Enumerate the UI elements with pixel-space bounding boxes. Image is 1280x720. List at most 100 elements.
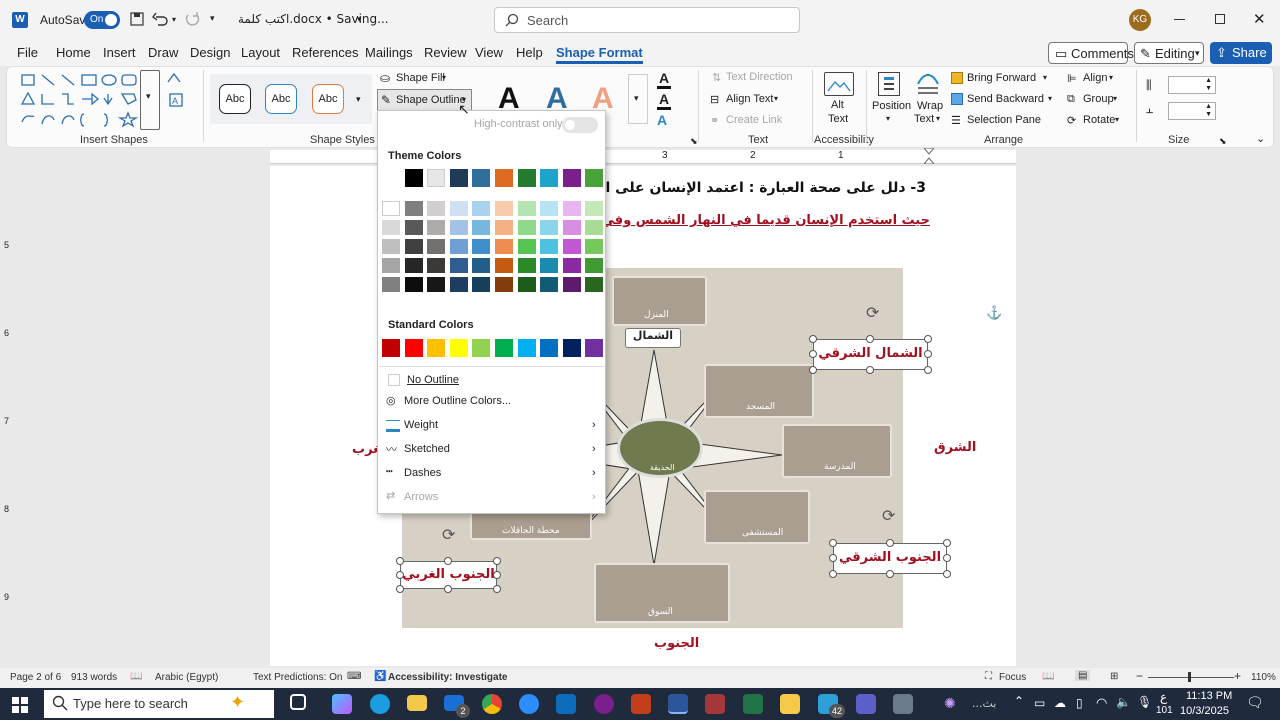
color-swatch[interactable] (382, 220, 400, 235)
color-swatch[interactable] (427, 258, 446, 273)
color-swatch[interactable] (449, 339, 468, 357)
rotate-handle-icon[interactable]: ⟳ (866, 303, 879, 323)
color-swatch[interactable] (585, 220, 604, 235)
color-swatch[interactable] (562, 169, 581, 187)
clock-date[interactable]: 10/3/2025 (1180, 705, 1229, 717)
color-swatch[interactable] (472, 169, 491, 187)
color-swatch[interactable] (540, 277, 559, 292)
color-swatch[interactable] (495, 339, 513, 357)
search-box[interactable]: Search (494, 7, 800, 33)
color-swatch[interactable] (495, 201, 513, 216)
excel-icon[interactable] (743, 694, 763, 714)
resize-handle[interactable] (829, 554, 837, 562)
tab-draw[interactable]: Draw (148, 45, 178, 60)
taskbar-search[interactable]: Type here to search ✦ (44, 690, 274, 718)
resize-handle[interactable] (943, 539, 951, 547)
collapse-ribbon-icon[interactable]: ⌄ (1256, 132, 1265, 145)
dialog-launcher-icon[interactable]: ⬊ (690, 136, 698, 147)
alt-text-line1[interactable]: Alt (831, 99, 844, 111)
tray-icon[interactable]: ▭ (1034, 696, 1045, 710)
avatar[interactable]: KG (1129, 9, 1151, 31)
weather-icon[interactable]: ✺ (944, 695, 956, 712)
color-swatch[interactable] (517, 201, 536, 216)
anchor-icon[interactable]: ⚓ (986, 305, 1002, 321)
color-swatch[interactable] (449, 258, 468, 273)
document-title[interactable]: اكتب كلمة.docx • Saving... (238, 12, 389, 26)
customize-toolbar-icon[interactable]: ▾ (210, 13, 215, 24)
weight-item[interactable]: Weight › (378, 415, 605, 437)
weather-text[interactable]: بث... (972, 697, 996, 710)
tab-mailings[interactable]: Mailings (365, 45, 413, 60)
editing-button[interactable]: ✎ Editing ▾ (1134, 42, 1204, 64)
zoom-level[interactable]: 110% (1251, 672, 1276, 683)
zoom-in-icon[interactable]: + (1234, 669, 1241, 683)
style-sample-1[interactable]: Abc (219, 84, 251, 114)
word-taskbar-icon[interactable] (668, 694, 688, 714)
chrome-icon[interactable] (482, 694, 502, 714)
media-app-icon[interactable] (594, 694, 614, 714)
color-swatch[interactable] (404, 220, 423, 235)
resize-handle[interactable] (924, 366, 932, 374)
color-swatch[interactable] (472, 258, 491, 273)
color-swatch[interactable] (427, 220, 446, 235)
edit-shape-icon[interactable]: A (166, 72, 194, 112)
wordart-more-button[interactable]: ▾ (628, 74, 648, 124)
dashes-item[interactable]: ┅ Dashes › (378, 463, 605, 485)
label-south[interactable]: الجنوب (654, 636, 699, 651)
resize-handle[interactable] (396, 571, 404, 579)
page-indicator[interactable]: Page 2 of 6 (10, 672, 61, 683)
comments-button[interactable]: ▭ Comments (1048, 42, 1134, 64)
zoom-out-icon[interactable]: − (1136, 669, 1143, 683)
color-swatch[interactable] (517, 220, 536, 235)
color-swatch[interactable] (540, 239, 559, 254)
resize-handle[interactable] (866, 335, 874, 343)
powerpoint-icon[interactable] (631, 694, 651, 714)
redo-icon[interactable] (184, 11, 200, 27)
resize-handle[interactable] (924, 335, 932, 343)
color-swatch[interactable] (427, 339, 446, 357)
color-swatch[interactable] (495, 169, 513, 187)
tab-shape-format[interactable]: Shape Format (556, 45, 643, 64)
color-swatch[interactable] (495, 220, 513, 235)
wrap-text-icon[interactable] (916, 72, 940, 96)
color-swatch[interactable] (427, 169, 446, 187)
print-layout-icon[interactable]: ▤ (1075, 670, 1091, 681)
color-swatch[interactable] (382, 201, 400, 216)
color-swatch[interactable] (449, 239, 468, 254)
shape-height-input[interactable]: ▲ ▼ (1168, 76, 1216, 94)
indent-marker-icon[interactable] (924, 148, 934, 164)
resize-handle[interactable] (493, 571, 501, 579)
close-icon[interactable]: ✕ (1253, 10, 1266, 28)
resize-handle[interactable] (886, 539, 894, 547)
color-swatch[interactable] (382, 339, 400, 357)
color-swatch[interactable] (404, 277, 423, 292)
sketched-item[interactable]: 〰 Sketched › (378, 439, 605, 461)
color-swatch[interactable] (472, 339, 491, 357)
color-swatch[interactable] (517, 339, 536, 357)
color-swatch[interactable] (472, 201, 491, 216)
color-swatch[interactable] (517, 239, 536, 254)
style-sample-3[interactable]: Abc (312, 84, 344, 114)
color-swatch[interactable] (472, 277, 491, 292)
more-outline-colors-item[interactable]: ◎ More Outline Colors... (378, 391, 605, 413)
color-swatch[interactable] (562, 220, 581, 235)
shapes-gallery[interactable] (18, 72, 160, 132)
text-predictions[interactable]: Text Predictions: On (253, 672, 342, 683)
styles-more-icon[interactable]: ▾ (356, 94, 361, 105)
color-swatch[interactable] (585, 277, 604, 292)
zoom-slider[interactable] (1148, 672, 1234, 682)
color-swatch[interactable] (585, 239, 604, 254)
high-contrast-toggle[interactable] (562, 117, 598, 133)
color-swatch[interactable] (427, 277, 446, 292)
resize-handle[interactable] (886, 570, 894, 578)
color-swatch[interactable] (517, 169, 536, 187)
color-swatch[interactable] (562, 239, 581, 254)
color-swatch[interactable] (404, 258, 423, 273)
resize-handle[interactable] (866, 366, 874, 374)
color-swatch[interactable] (472, 239, 491, 254)
tab-design[interactable]: Design (190, 45, 230, 60)
resize-handle[interactable] (809, 335, 817, 343)
label-east[interactable]: الشرق (934, 440, 976, 455)
access-icon[interactable] (705, 694, 725, 714)
color-swatch[interactable] (540, 339, 559, 357)
